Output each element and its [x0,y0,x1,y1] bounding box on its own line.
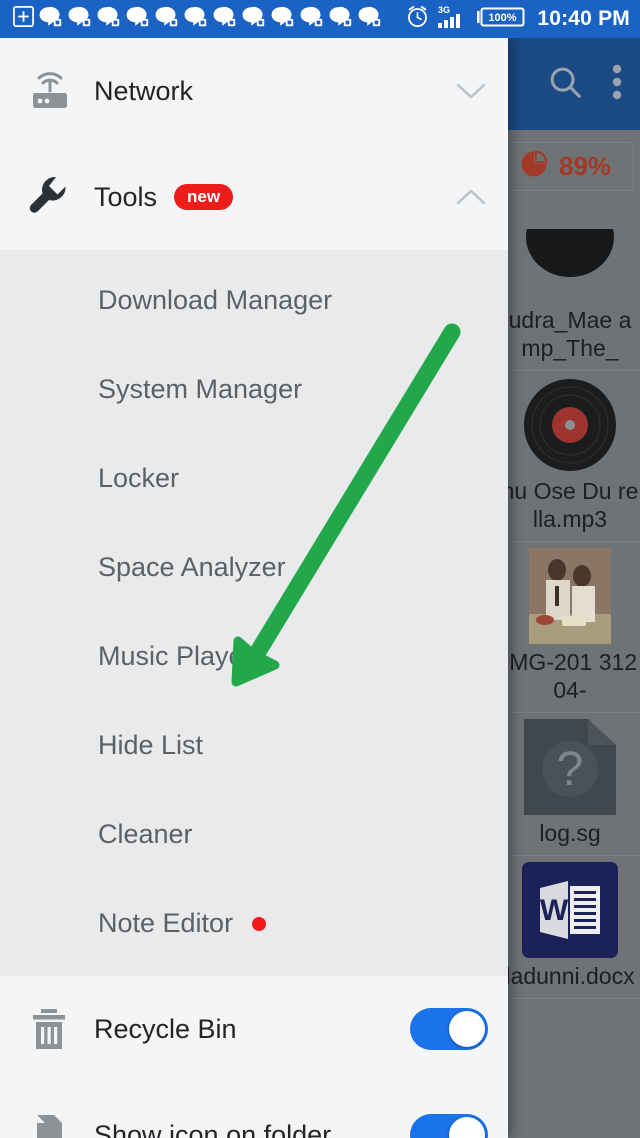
file-item[interactable]: ? log.sg [500,713,640,856]
submenu-item-label: Note Editor [98,908,234,938]
chevron-up-icon[interactable] [454,180,488,214]
submenu-item-hide-list[interactable]: Hide List [0,701,508,790]
submenu-item-system-manager[interactable]: System Manager [0,345,508,434]
vinyl-record-icon [522,377,618,473]
file-item[interactable]: IMG-201 31204- [500,542,640,713]
toggle-knob [449,1117,485,1138]
submenu-item-label: Hide List [98,730,204,760]
chat-icon [38,5,64,33]
toggle-knob [449,1011,485,1047]
submenu-item-space-analyzer[interactable]: Space Analyzer [0,523,508,612]
recycle-bin-toggle[interactable] [410,1008,488,1050]
chat-icon [241,5,267,33]
drawer-setting-recycle-bin[interactable]: Recycle Bin [0,976,508,1082]
show-icon-on-folder-toggle[interactable] [410,1114,488,1138]
new-dot-indicator [252,916,267,931]
submenu-item-download-manager[interactable]: Download Manager [0,256,508,345]
submenu-item-locker[interactable]: Locker [0,434,508,523]
navigation-drawer: Network Tools new Download Manager Syste… [0,38,508,1138]
chat-icon [96,5,122,33]
file-label: log.sg [539,820,601,846]
signal-bars-icon: 3G [437,4,469,34]
pie-chart-icon [519,149,549,184]
submenu-item-note-editor[interactable]: Note Editor [0,879,508,968]
chat-icon [154,5,180,33]
divider [500,998,640,999]
drawer-setting-show-icon-on-folder[interactable]: Show icon on folder [0,1082,508,1138]
status-indicators: 3G 100% 10:40 PM [405,4,640,34]
submenu-item-label: Cleaner [98,819,193,849]
file-label: hu Ose Du rella.mp3 [501,478,639,532]
svg-text:100%: 100% [489,12,517,24]
battery-icon: 100% [476,5,528,34]
tools-submenu: Download Manager System Manager Locker S… [0,250,508,976]
new-badge: new [174,184,234,210]
add-box-icon [12,5,35,33]
search-icon[interactable] [546,63,584,106]
svg-text:?: ? [557,743,584,796]
word-document-icon: W [522,862,618,958]
wrench-icon [26,174,82,220]
chat-icon [183,5,209,33]
chevron-down-icon[interactable] [454,74,488,108]
chat-icon [357,5,383,33]
submenu-item-label: Locker [98,463,180,493]
vinyl-record-icon [522,206,618,302]
chat-icon [270,5,296,33]
unknown-file-icon: ? [522,719,618,815]
photo-thumbnail [522,548,618,644]
alarm-clock-icon [405,4,430,34]
submenu-item-label: Download Manager [98,285,333,315]
section-label: Network [94,75,194,106]
file-item[interactable]: udra_Mae amp_The_ [500,200,640,371]
svg-text:3G: 3G [438,5,450,15]
phone-screen: 89% udra_Mae amp_The_ hu Ose Du rella.mp… [0,0,640,1138]
notification-icons [0,5,405,33]
chat-icon [299,5,325,33]
setting-label: Recycle Bin [94,1013,237,1044]
setting-label: Show icon on folder [94,1119,332,1138]
file-grid: udra_Mae amp_The_ hu Ose Du rella.mp3 IM… [500,200,640,999]
drawer-section-tools[interactable]: Tools new [0,144,508,250]
svg-text:W: W [540,894,569,927]
submenu-item-music-player[interactable]: Music Player [0,612,508,701]
drawer-section-network[interactable]: Network [0,38,508,144]
file-label: IMG-201 31204- [502,649,638,703]
file-item[interactable]: hu Ose Du rella.mp3 [500,371,640,542]
submenu-item-cleaner[interactable]: Cleaner [0,790,508,879]
file-item[interactable]: W ladunni.docx [500,856,640,999]
trash-icon [26,1005,82,1053]
file-eye-icon [26,1110,82,1138]
submenu-item-label: Music Player [98,641,253,671]
section-label: Tools [94,181,158,212]
clock-time: 10:40 PM [537,7,630,30]
file-label: ladunni.docx [505,963,635,989]
chat-icon [212,5,238,33]
submenu-item-label: Space Analyzer [98,552,286,582]
storage-percent: 89% [559,151,612,181]
storage-badge[interactable]: 89% [504,142,635,191]
status-bar: 3G 100% 10:40 PM [0,0,640,38]
router-icon [26,69,82,113]
file-label: udra_Mae amp_The_ [508,307,632,361]
submenu-item-label: System Manager [98,374,303,404]
chat-icon [67,5,93,33]
chat-icon [328,5,354,33]
chat-icon [125,5,151,33]
overflow-menu-icon[interactable] [612,62,622,107]
